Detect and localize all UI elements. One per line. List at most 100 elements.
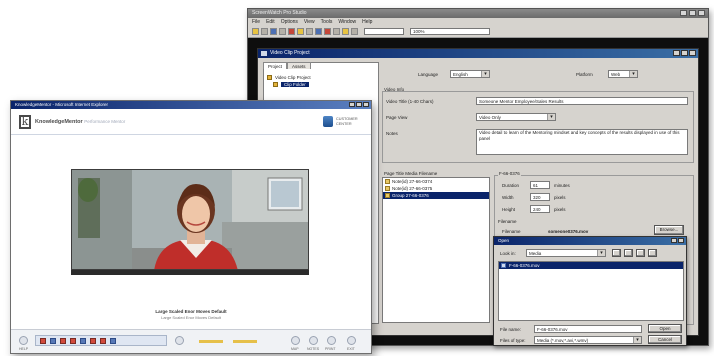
- menu-help[interactable]: Help: [362, 18, 372, 26]
- height-label: Height: [502, 207, 516, 212]
- open-filename-label: File name:: [500, 327, 522, 332]
- map-icon[interactable]: [291, 336, 300, 345]
- lookin-label: Look in:: [500, 251, 516, 256]
- menu-tools[interactable]: Tools: [321, 18, 333, 26]
- style-combo[interactable]: [364, 28, 404, 35]
- tree-node-project[interactable]: Video Clip Project: [267, 74, 367, 81]
- maximize-icon[interactable]: [689, 10, 696, 16]
- open-file-list: F-66-0376.mov: [498, 261, 684, 321]
- duration-input[interactable]: 61: [530, 181, 550, 189]
- video-title-input[interactable]: Someone Mentor Employee/Sales Results: [476, 97, 688, 105]
- tab-project[interactable]: Project: [263, 62, 288, 69]
- platform-select[interactable]: Web: [608, 70, 638, 78]
- close-icon[interactable]: [363, 102, 369, 107]
- close-icon[interactable]: [698, 10, 705, 16]
- chapter-marker[interactable]: [100, 338, 106, 344]
- save-icon[interactable]: [270, 28, 277, 35]
- zoom-combo[interactable]: 100%: [410, 28, 490, 35]
- list-item[interactable]: Note(id) 27-66-0375: [383, 185, 489, 192]
- copy-icon[interactable]: [288, 28, 295, 35]
- menu-options[interactable]: Options: [281, 18, 298, 26]
- menu-view[interactable]: View: [304, 18, 315, 26]
- volume-indicator[interactable]: [233, 340, 257, 343]
- browse-button[interactable]: Browse...: [654, 225, 684, 235]
- footer-label-map: MAP: [291, 347, 299, 351]
- view-menu-icon[interactable]: [648, 249, 657, 257]
- editor-title-bar: ScreenWatch Pro Studio: [248, 9, 708, 18]
- maximize-icon[interactable]: [681, 50, 688, 56]
- duration-label: Duration: [502, 183, 520, 188]
- height-unit: pixels: [554, 207, 566, 212]
- lookin-select[interactable]: Media: [526, 249, 606, 257]
- notes-textarea[interactable]: Video detail to learn of the Mentoring m…: [476, 129, 688, 155]
- help-icon[interactable]: [671, 238, 677, 243]
- page-view-select[interactable]: Video Only: [476, 113, 556, 121]
- cancel-button[interactable]: Cancel: [648, 335, 682, 344]
- tree-node-clip[interactable]: Clip Folder: [267, 81, 367, 88]
- project-icon: [261, 51, 267, 56]
- maximize-icon[interactable]: [356, 102, 362, 107]
- file-icon: [385, 186, 390, 191]
- filetype-label: Files of type:: [500, 338, 526, 343]
- minimize-icon[interactable]: [349, 102, 355, 107]
- redo-icon[interactable]: [315, 28, 322, 35]
- help-icon[interactable]: [19, 336, 28, 345]
- header-right-line2: CENTER: [336, 121, 352, 126]
- progress-indicator: [199, 340, 223, 343]
- footer-label-notes: NOTES: [307, 347, 320, 351]
- desktop-icon[interactable]: [624, 249, 633, 257]
- chapter-marker[interactable]: [40, 338, 46, 344]
- chapter-marker[interactable]: [60, 338, 66, 344]
- list-item[interactable]: Note(id) 27-66-0374: [383, 178, 489, 185]
- chapter-marker[interactable]: [110, 338, 116, 344]
- notes-icon[interactable]: [309, 336, 318, 345]
- undo-icon[interactable]: [306, 28, 313, 35]
- chapter-marker[interactable]: [90, 338, 96, 344]
- exit-icon[interactable]: [347, 336, 356, 345]
- stop-icon[interactable]: [342, 28, 349, 35]
- width-label: Width: [502, 195, 514, 200]
- new-icon[interactable]: [252, 28, 259, 35]
- editor-title: ScreenWatch Pro Studio: [252, 10, 307, 16]
- menu-file[interactable]: File: [252, 18, 260, 26]
- minimize-icon[interactable]: [680, 10, 687, 16]
- cut-icon[interactable]: [279, 28, 286, 35]
- up-folder-icon[interactable]: [612, 249, 621, 257]
- chapter-navigation[interactable]: [35, 335, 167, 346]
- paste-icon[interactable]: [297, 28, 304, 35]
- height-input[interactable]: 240: [530, 205, 550, 213]
- list-item[interactable]: Group 27-66-0376: [383, 192, 489, 199]
- project-tree: Video Clip Project Clip Folder: [267, 74, 367, 88]
- new-folder-icon[interactable]: [636, 249, 645, 257]
- play-icon[interactable]: [333, 28, 340, 35]
- list-item[interactable]: F-66-0376.mov: [499, 262, 683, 269]
- customer-center-link[interactable]: CUSTOMER CENTER: [323, 116, 363, 128]
- open-button[interactable]: Open: [648, 324, 682, 333]
- menu-window[interactable]: Window: [338, 18, 356, 26]
- close-icon[interactable]: [678, 238, 684, 243]
- chapter-marker[interactable]: [80, 338, 86, 344]
- filetype-select[interactable]: Media (*.mov,*.avi,*.wmv): [534, 336, 642, 344]
- print-icon[interactable]: [327, 336, 336, 345]
- close-icon[interactable]: [689, 50, 696, 56]
- filename-section-label: Filename: [498, 219, 517, 224]
- language-select[interactable]: English: [450, 70, 490, 78]
- file-icon: [385, 179, 390, 184]
- record-icon[interactable]: [324, 28, 331, 35]
- width-input[interactable]: 320: [530, 193, 550, 201]
- open-filename-input[interactable]: F-66-0376.mov: [534, 325, 642, 333]
- help-icon[interactable]: [351, 28, 358, 35]
- open-icon[interactable]: [261, 28, 268, 35]
- open-dialog-title-bar: Open: [494, 237, 686, 245]
- chapter-marker[interactable]: [50, 338, 56, 344]
- clip-dialog-title-bar: Video Clip Project: [258, 49, 698, 58]
- chapter-marker[interactable]: [70, 338, 76, 344]
- forward-icon[interactable]: [175, 336, 184, 345]
- video-controls-bar[interactable]: [71, 270, 309, 275]
- menu-edit[interactable]: Edit: [266, 18, 275, 26]
- filename-label: Filename: [502, 229, 521, 234]
- video-player[interactable]: [71, 169, 309, 270]
- tab-assets[interactable]: Assets: [287, 62, 311, 69]
- minimize-icon[interactable]: [673, 50, 680, 56]
- brand-name: KnowledgeMentor Performance Mentor: [35, 119, 126, 125]
